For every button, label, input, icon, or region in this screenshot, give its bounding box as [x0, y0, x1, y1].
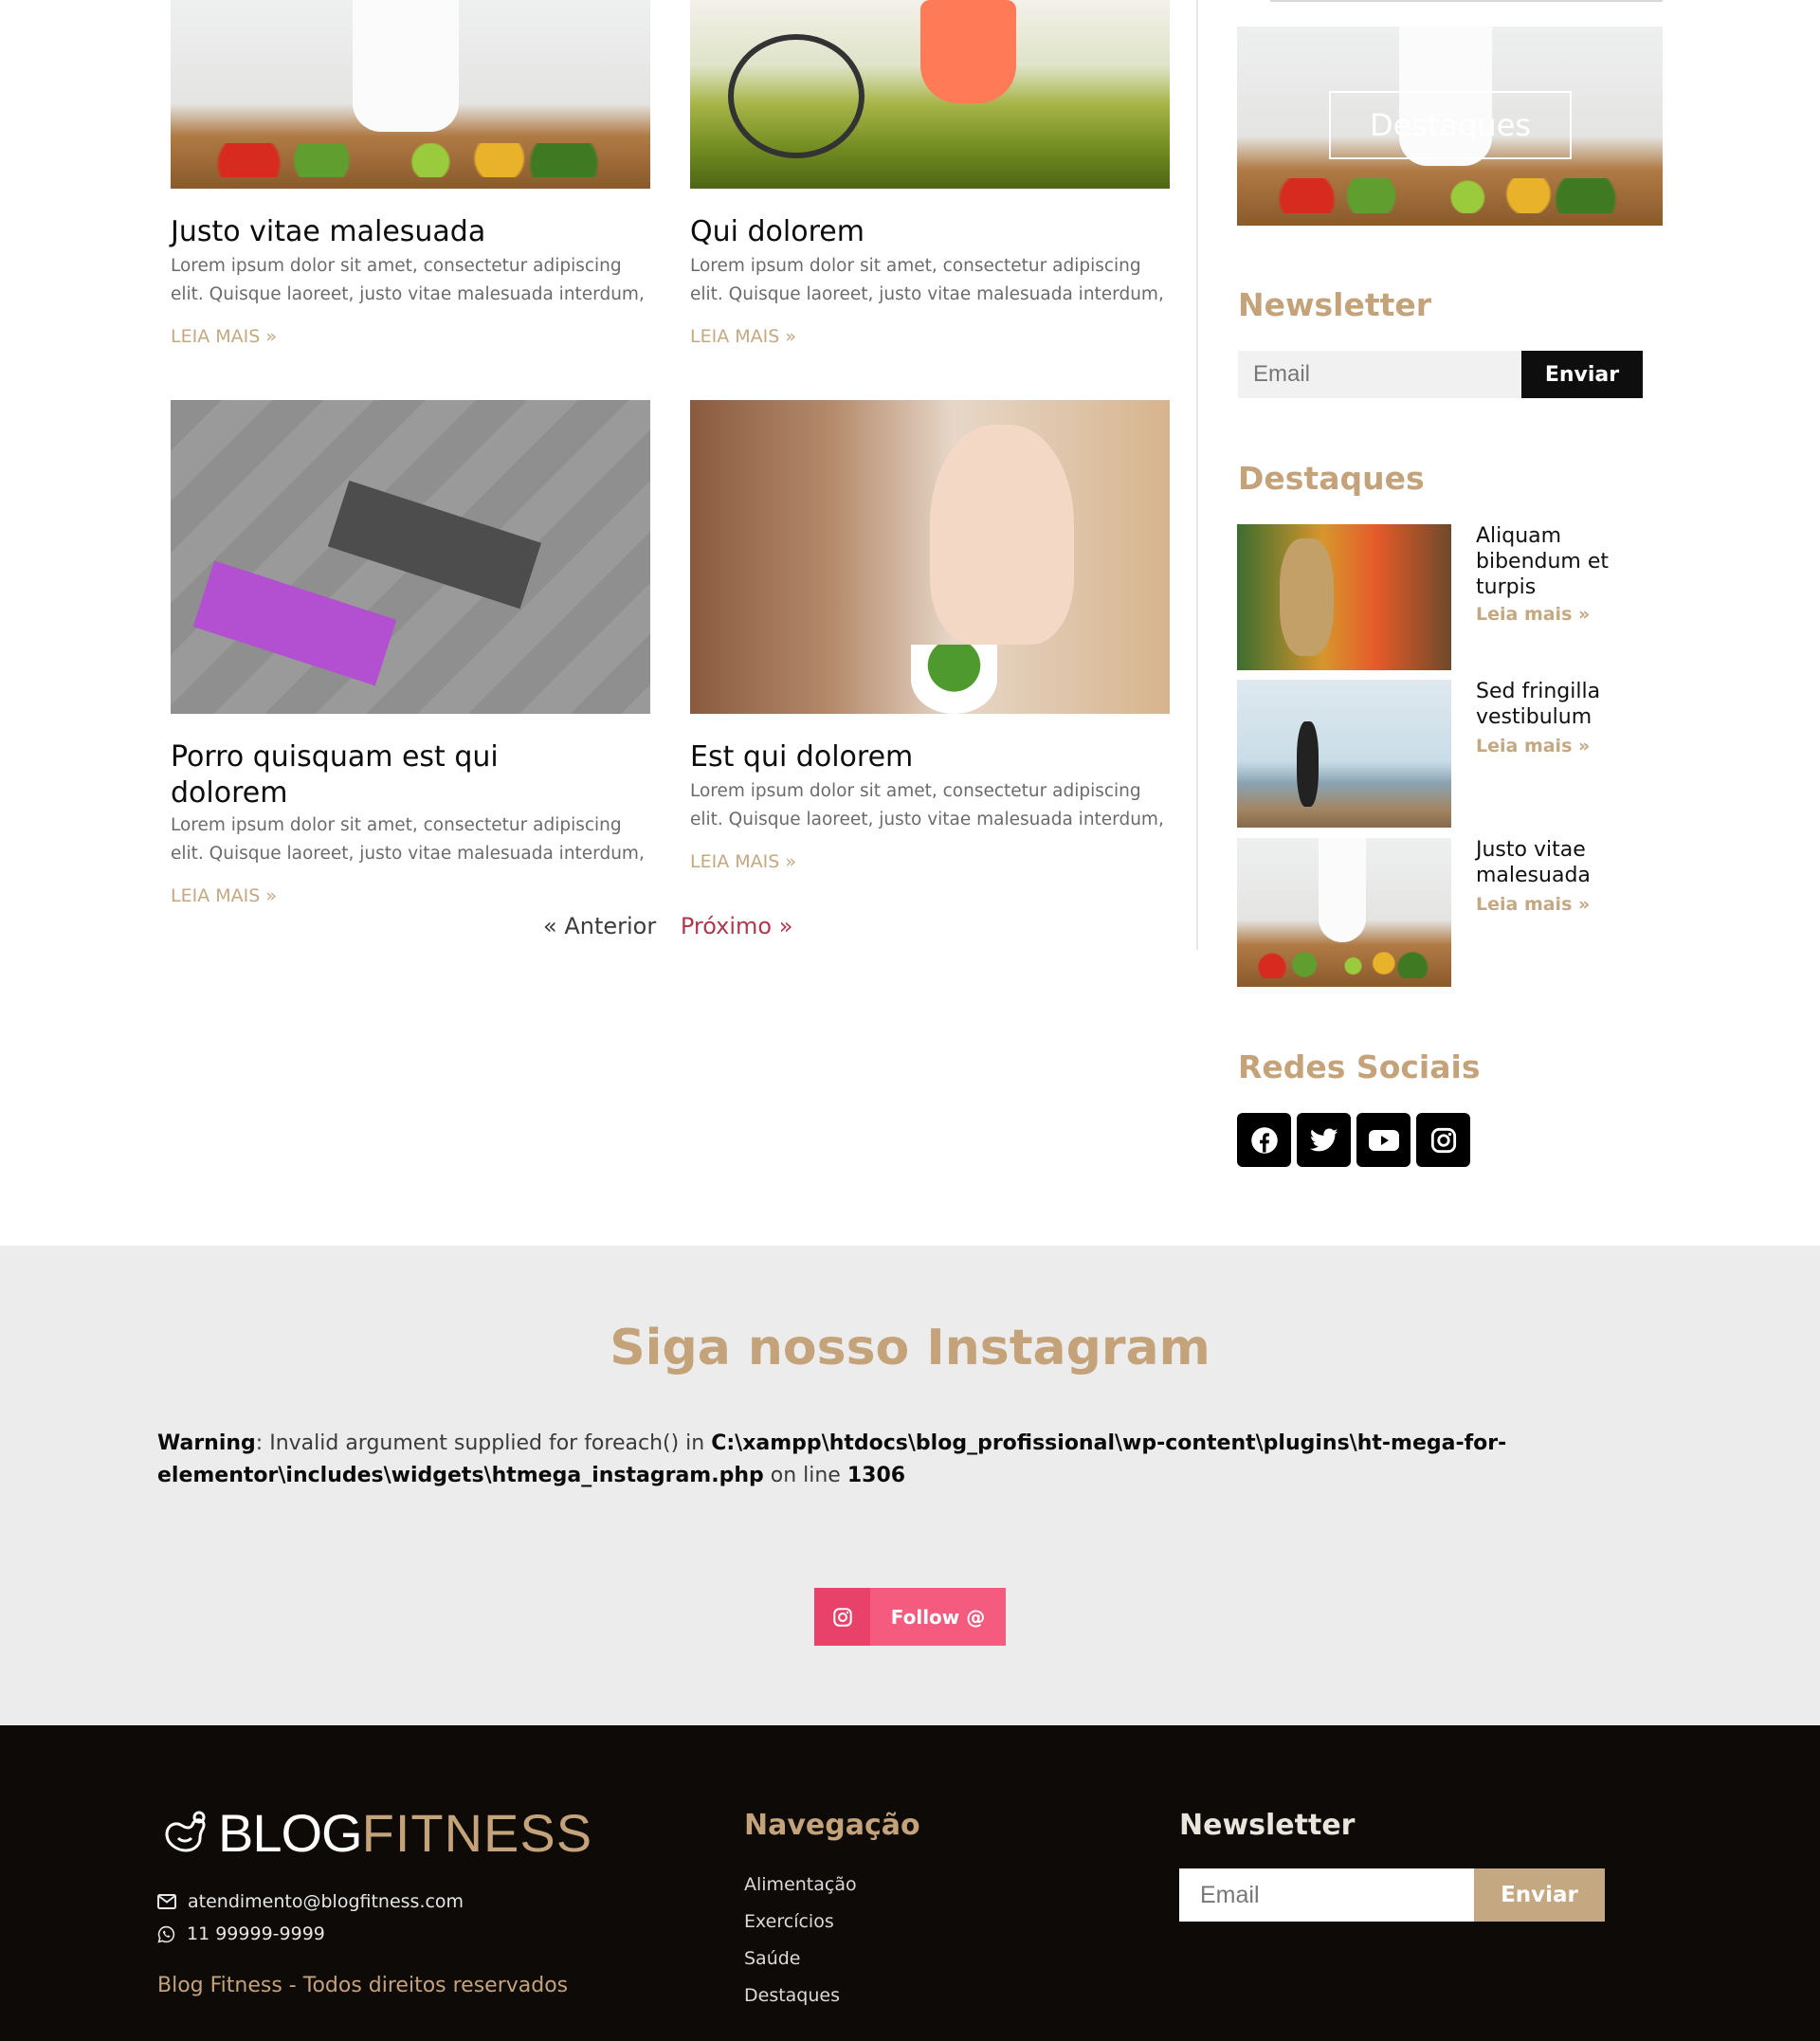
logo-blog-text: BLOG [218, 1802, 363, 1863]
featured-title-2[interactable]: Sed fringilla vestibulum [1476, 679, 1656, 730]
footer-email[interactable]: atendimento@blogfitness.com [157, 1891, 464, 1912]
post-excerpt-2: Lorem ipsum dolor sit amet, consectetur … [690, 256, 1164, 304]
instagram-follow-button[interactable]: Follow @ [814, 1588, 1006, 1646]
footer-copyright: Blog Fitness - Todos direitos reservados [157, 1974, 569, 1997]
pagination-prev[interactable]: « Anterior [543, 913, 656, 939]
pagination: « Anterior Próximo » [543, 913, 792, 939]
instagram-heading: Siga nosso Instagram [610, 1320, 1210, 1376]
post-read-more-3[interactable]: LEIA MAIS » [171, 885, 277, 906]
featured-title-3[interactable]: Justo vitae malesuada [1476, 837, 1656, 888]
post-title-1[interactable]: Justo vitae malesuada [171, 214, 485, 250]
post-excerpt-4: Lorem ipsum dolor sit amet, consectetur … [690, 781, 1164, 829]
sidebar-social-heading: Redes Sociais [1238, 1048, 1481, 1085]
featured-image-1[interactable] [1237, 524, 1451, 670]
logo-fitness-text: FITNESS [361, 1802, 593, 1863]
footer-phone-text: 11 99999-9999 [187, 1923, 325, 1944]
whatsapp-icon [157, 1925, 175, 1943]
column-divider [1196, 0, 1198, 950]
footer-nav-heading: Navegação [744, 1809, 920, 1842]
instagram-icon [1430, 1127, 1456, 1153]
twitter-icon [1309, 1128, 1338, 1151]
post-excerpt-3: Lorem ipsum dolor sit amet, consectetur … [171, 815, 645, 864]
featured-image-2[interactable] [1237, 680, 1451, 828]
envelope-icon [157, 1894, 176, 1909]
sidebar-newsletter-heading: Newsletter [1238, 286, 1432, 323]
pagination-next[interactable]: Próximo » [681, 913, 793, 939]
featured-image-3[interactable] [1237, 838, 1451, 987]
footer-email-text: atendimento@blogfitness.com [188, 1891, 464, 1912]
warning-label: Warning [157, 1431, 256, 1455]
footer-logo[interactable]: BLOG FITNESS [157, 1803, 592, 1863]
post-title-4[interactable]: Est qui dolorem [690, 739, 913, 775]
sidebar-featured-heading: Destaques [1238, 460, 1425, 497]
warning-online: on line [763, 1464, 847, 1487]
sidebar-top-line [1270, 0, 1663, 2]
warning-line: 1306 [846, 1464, 906, 1487]
youtube-icon [1368, 1129, 1399, 1151]
footer-nav-destaques[interactable]: Destaques [744, 1985, 840, 2006]
featured-title-1[interactable]: Aliquam bibendum et turpis [1476, 523, 1656, 600]
post-image-1[interactable] [171, 0, 650, 189]
youtube-button[interactable] [1356, 1113, 1410, 1167]
featured-read-more-3[interactable]: Leia mais » [1476, 894, 1590, 915]
featured-read-more-1[interactable]: Leia mais » [1476, 604, 1590, 625]
post-image-3[interactable] [171, 400, 650, 714]
footer-phone[interactable]: 11 99999-9999 [157, 1923, 325, 1944]
post-read-more-2[interactable]: LEIA MAIS » [690, 326, 796, 347]
instagram-icon [814, 1588, 870, 1646]
footer-newsletter-heading: Newsletter [1179, 1809, 1356, 1842]
footer-nav-alimentacao[interactable]: Alimentação [744, 1874, 857, 1895]
footer-nav-exercicios[interactable]: Exercícios [744, 1911, 834, 1932]
footer-nav-saude[interactable]: Saúde [744, 1948, 801, 1969]
post-read-more-1[interactable]: LEIA MAIS » [171, 326, 277, 347]
post-title-3[interactable]: Porro quisquam est qui dolorem [171, 739, 569, 811]
post-title-2[interactable]: Qui dolorem [690, 214, 864, 250]
follow-label: Follow @ [890, 1605, 986, 1629]
facebook-icon [1250, 1126, 1278, 1154]
flexed-arm-icon [165, 1811, 206, 1852]
post-excerpt-1: Lorem ipsum dolor sit amet, consectetur … [171, 256, 645, 304]
footer-submit-button[interactable]: Enviar [1474, 1868, 1605, 1922]
warning-text: : Invalid argument supplied for foreach(… [255, 1431, 712, 1455]
post-image-2[interactable] [690, 0, 1170, 189]
post-read-more-4[interactable]: LEIA MAIS » [690, 851, 796, 872]
php-warning: Warning: Invalid argument supplied for f… [157, 1428, 1579, 1492]
footer-email-input[interactable]: Email [1179, 1868, 1474, 1922]
facebook-button[interactable] [1237, 1113, 1291, 1167]
post-image-4[interactable] [690, 400, 1170, 714]
featured-read-more-2[interactable]: Leia mais » [1476, 736, 1590, 756]
twitter-button[interactable] [1297, 1113, 1351, 1167]
sidebar-banner-label[interactable]: Destaques [1329, 91, 1572, 159]
sidebar-email-input[interactable]: Email [1238, 351, 1521, 398]
instagram-button[interactable] [1416, 1113, 1470, 1167]
sidebar-submit-button[interactable]: Enviar [1521, 351, 1643, 398]
